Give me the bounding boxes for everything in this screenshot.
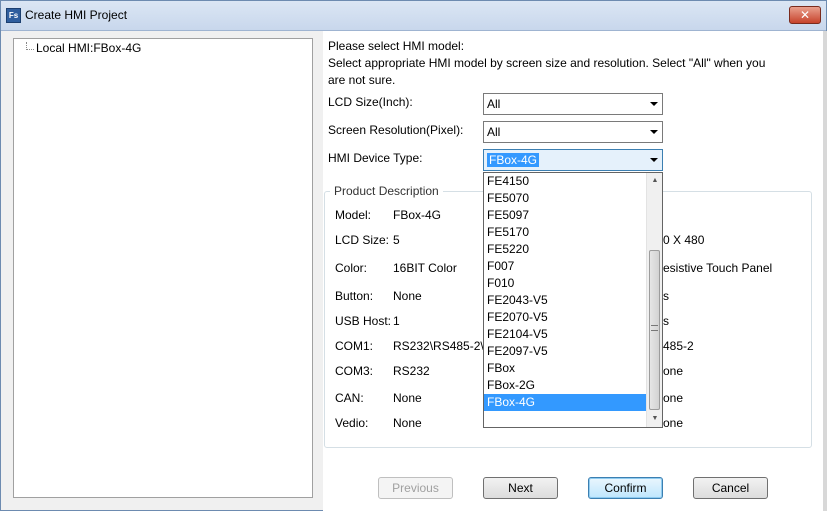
window-edge-scrollbar bbox=[823, 31, 827, 511]
com3-label: COM3: bbox=[335, 364, 374, 378]
chevron-down-icon bbox=[650, 102, 658, 106]
dropdown-option[interactable]: F010 bbox=[484, 275, 647, 292]
project-tree-panel[interactable]: Local HMI:FBox-4G bbox=[13, 38, 313, 498]
lcd-size-desc-label: LCD Size: bbox=[335, 233, 390, 247]
com3-value: RS232 bbox=[393, 364, 430, 378]
next-button[interactable]: Next bbox=[483, 477, 558, 499]
com4-value: one bbox=[663, 364, 684, 378]
tree-item-local-hmi[interactable]: Local HMI:FBox-4G bbox=[36, 41, 141, 55]
confirm-button[interactable]: Confirm bbox=[588, 477, 663, 499]
lcd-size-label: LCD Size(Inch): bbox=[328, 95, 413, 109]
right-can-row-value: one bbox=[663, 391, 684, 405]
resolution-label: Screen Resolution(Pixel): bbox=[328, 123, 464, 137]
dropdown-option[interactable]: FE2097-V5 bbox=[484, 343, 647, 360]
tree-connector-icon bbox=[26, 42, 34, 50]
dropdown-option[interactable]: FE5070 bbox=[484, 190, 647, 207]
button-value: None bbox=[393, 289, 422, 303]
color-label: Color: bbox=[335, 261, 368, 275]
com1-label: COM1: bbox=[335, 339, 374, 353]
dropdown-option[interactable]: FE2043-V5 bbox=[484, 292, 647, 309]
cancel-button[interactable]: Cancel bbox=[693, 477, 768, 499]
com2-value: 485-2 bbox=[663, 339, 694, 353]
previous-button[interactable]: Previous bbox=[378, 477, 453, 499]
scroll-down-icon[interactable]: ▼ bbox=[647, 411, 663, 427]
right-vedio-row-value: one bbox=[663, 416, 684, 430]
dropdown-option[interactable]: FE5097 bbox=[484, 207, 647, 224]
right-row5-value: s bbox=[663, 314, 669, 328]
instruction-title: Please select HMI model: bbox=[328, 39, 465, 53]
model-label: Model: bbox=[335, 208, 372, 222]
instruction-line-3: are not sure. bbox=[328, 73, 396, 87]
dropdown-option[interactable]: F007 bbox=[484, 258, 647, 275]
chevron-down-icon bbox=[650, 158, 658, 162]
can-value: None bbox=[393, 391, 422, 405]
resolution-select[interactable]: All bbox=[483, 121, 663, 143]
grip-icon bbox=[651, 325, 658, 331]
dropdown-option[interactable]: FE5170 bbox=[484, 224, 647, 241]
dropdown-options: FE4150 FE5070 FE5097 FE5170 FE5220 F007 F010 FE… bbox=[484, 173, 647, 411]
window-title: Create HMI Project bbox=[25, 8, 128, 22]
dropdown-option[interactable]: FE5220 bbox=[484, 241, 647, 258]
create-hmi-project-dialog: Fs Create HMI Project ✕ Local HMI:FBox-4… bbox=[0, 0, 827, 511]
scroll-up-icon[interactable]: ▲ bbox=[647, 173, 663, 189]
device-type-select[interactable]: FBox-4G bbox=[483, 149, 663, 171]
button-label: Button: bbox=[335, 289, 374, 303]
dropdown-option[interactable]: FE2070-V5 bbox=[484, 309, 647, 326]
title-bar[interactable]: Fs Create HMI Project ✕ bbox=[1, 1, 826, 31]
dropdown-option[interactable]: FE4150 bbox=[484, 173, 647, 190]
right-row4-value: s bbox=[663, 289, 669, 303]
color-value: 16BIT Color bbox=[393, 261, 457, 275]
usb-host-value: 1 bbox=[393, 314, 400, 328]
dropdown-option[interactable]: FBox bbox=[484, 360, 647, 377]
scrollbar-thumb[interactable] bbox=[649, 250, 660, 410]
chevron-down-icon bbox=[650, 130, 658, 134]
vedio-value: None bbox=[393, 416, 422, 430]
device-type-dropdown-list[interactable]: FE4150 FE5070 FE5097 FE5170 FE5220 F007 F010 FE… bbox=[483, 172, 663, 428]
instruction-line-2: Select appropriate HMI model by screen s… bbox=[328, 56, 766, 70]
vedio-label: Vedio: bbox=[335, 416, 369, 430]
lcd-size-desc-value: 5 bbox=[393, 233, 400, 247]
app-icon: Fs bbox=[6, 8, 21, 23]
dropdown-option[interactable]: FBox-2G bbox=[484, 377, 647, 394]
lcd-size-select[interactable]: All bbox=[483, 93, 663, 115]
dropdown-option[interactable]: FE2104-V5 bbox=[484, 326, 647, 343]
resolution-value: All bbox=[487, 125, 501, 139]
lcd-size-value: All bbox=[487, 97, 501, 111]
product-description-legend: Product Description bbox=[330, 184, 443, 198]
device-type-label: HMI Device Type: bbox=[328, 151, 423, 165]
can-label: CAN: bbox=[335, 391, 364, 405]
dropdown-scrollbar[interactable]: ▲ ▼ bbox=[646, 173, 662, 427]
com1-value: RS232\RS485-2\ bbox=[393, 339, 484, 353]
dropdown-option[interactable]: FBox-4G bbox=[484, 394, 647, 411]
usb-host-label: USB Host: bbox=[335, 314, 392, 328]
model-value: FBox-4G bbox=[393, 208, 442, 222]
resolution-desc-value: 0 X 480 bbox=[663, 233, 705, 247]
touch-panel-value: esistive Touch Panel bbox=[663, 261, 773, 275]
close-button[interactable]: ✕ bbox=[789, 6, 821, 24]
device-type-value: FBox-4G bbox=[487, 153, 540, 167]
